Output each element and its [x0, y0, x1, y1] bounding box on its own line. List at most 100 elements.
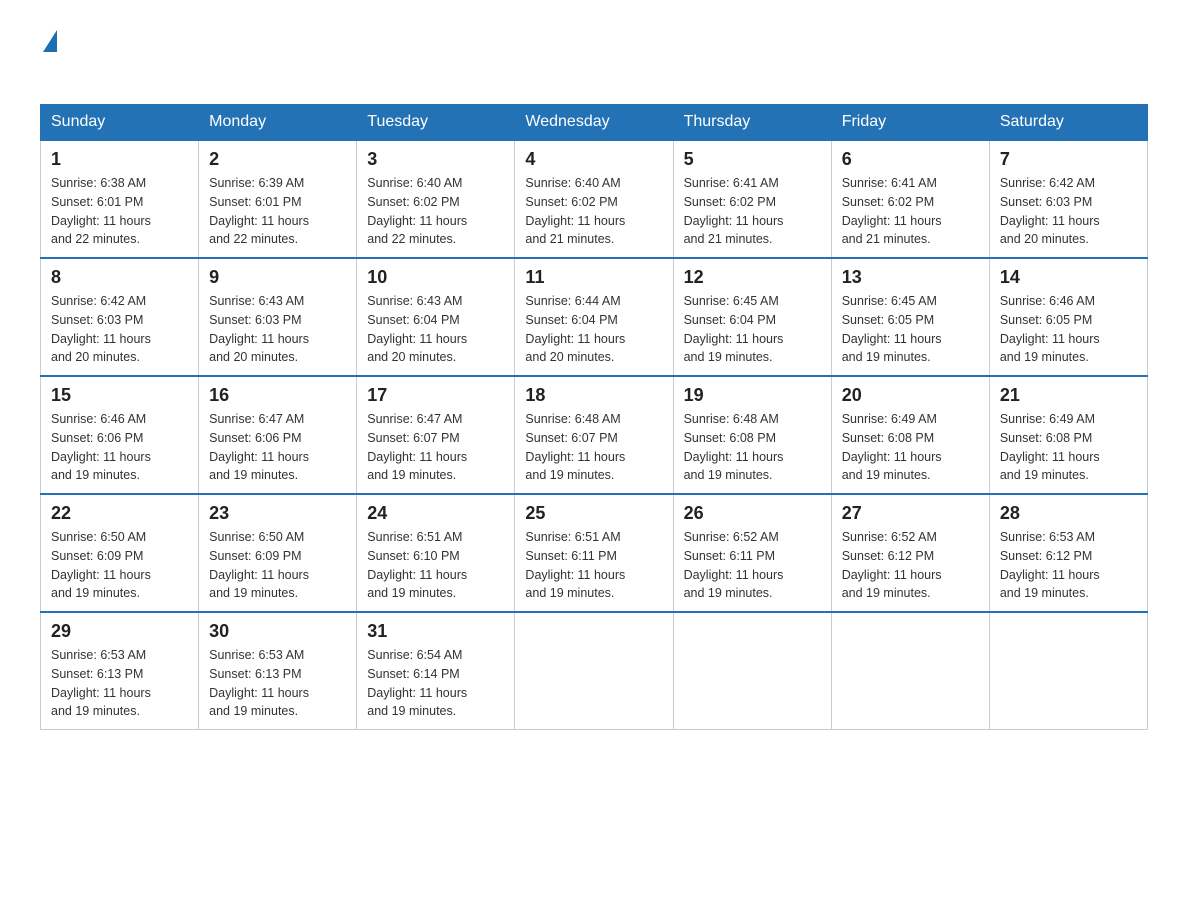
day-info: Sunrise: 6:47 AM Sunset: 6:06 PM Dayligh… [209, 410, 346, 485]
day-info: Sunrise: 6:42 AM Sunset: 6:03 PM Dayligh… [51, 292, 188, 367]
calendar-cell: 27 Sunrise: 6:52 AM Sunset: 6:12 PM Dayl… [831, 494, 989, 612]
day-number: 10 [367, 267, 504, 288]
day-info: Sunrise: 6:40 AM Sunset: 6:02 PM Dayligh… [367, 174, 504, 249]
day-info: Sunrise: 6:53 AM Sunset: 6:12 PM Dayligh… [1000, 528, 1137, 603]
day-number: 6 [842, 149, 979, 170]
day-number: 7 [1000, 149, 1137, 170]
calendar-week-row: 1 Sunrise: 6:38 AM Sunset: 6:01 PM Dayli… [41, 140, 1148, 258]
calendar-cell: 15 Sunrise: 6:46 AM Sunset: 6:06 PM Dayl… [41, 376, 199, 494]
day-number: 16 [209, 385, 346, 406]
day-info: Sunrise: 6:49 AM Sunset: 6:08 PM Dayligh… [1000, 410, 1137, 485]
day-info: Sunrise: 6:53 AM Sunset: 6:13 PM Dayligh… [209, 646, 346, 721]
header-tuesday: Tuesday [357, 105, 515, 141]
calendar-cell: 10 Sunrise: 6:43 AM Sunset: 6:04 PM Dayl… [357, 258, 515, 376]
calendar-week-row: 8 Sunrise: 6:42 AM Sunset: 6:03 PM Dayli… [41, 258, 1148, 376]
calendar-cell: 23 Sunrise: 6:50 AM Sunset: 6:09 PM Dayl… [199, 494, 357, 612]
logo [40, 30, 57, 84]
day-number: 4 [525, 149, 662, 170]
day-number: 24 [367, 503, 504, 524]
day-info: Sunrise: 6:48 AM Sunset: 6:08 PM Dayligh… [684, 410, 821, 485]
day-info: Sunrise: 6:45 AM Sunset: 6:04 PM Dayligh… [684, 292, 821, 367]
calendar-cell: 1 Sunrise: 6:38 AM Sunset: 6:01 PM Dayli… [41, 140, 199, 258]
calendar-cell: 12 Sunrise: 6:45 AM Sunset: 6:04 PM Dayl… [673, 258, 831, 376]
calendar-cell: 5 Sunrise: 6:41 AM Sunset: 6:02 PM Dayli… [673, 140, 831, 258]
day-number: 12 [684, 267, 821, 288]
calendar-cell: 20 Sunrise: 6:49 AM Sunset: 6:08 PM Dayl… [831, 376, 989, 494]
day-number: 14 [1000, 267, 1137, 288]
calendar-cell: 14 Sunrise: 6:46 AM Sunset: 6:05 PM Dayl… [989, 258, 1147, 376]
day-number: 21 [1000, 385, 1137, 406]
day-number: 9 [209, 267, 346, 288]
day-number: 20 [842, 385, 979, 406]
calendar-cell: 11 Sunrise: 6:44 AM Sunset: 6:04 PM Dayl… [515, 258, 673, 376]
day-number: 15 [51, 385, 188, 406]
day-info: Sunrise: 6:49 AM Sunset: 6:08 PM Dayligh… [842, 410, 979, 485]
day-number: 28 [1000, 503, 1137, 524]
calendar-cell: 17 Sunrise: 6:47 AM Sunset: 6:07 PM Dayl… [357, 376, 515, 494]
day-info: Sunrise: 6:50 AM Sunset: 6:09 PM Dayligh… [51, 528, 188, 603]
day-number: 5 [684, 149, 821, 170]
calendar-cell: 6 Sunrise: 6:41 AM Sunset: 6:02 PM Dayli… [831, 140, 989, 258]
calendar-cell [989, 612, 1147, 730]
day-number: 13 [842, 267, 979, 288]
page-header [40, 30, 1148, 84]
day-info: Sunrise: 6:51 AM Sunset: 6:10 PM Dayligh… [367, 528, 504, 603]
day-number: 31 [367, 621, 504, 642]
day-info: Sunrise: 6:43 AM Sunset: 6:04 PM Dayligh… [367, 292, 504, 367]
calendar-cell: 24 Sunrise: 6:51 AM Sunset: 6:10 PM Dayl… [357, 494, 515, 612]
day-number: 3 [367, 149, 504, 170]
calendar-cell: 31 Sunrise: 6:54 AM Sunset: 6:14 PM Dayl… [357, 612, 515, 730]
day-info: Sunrise: 6:41 AM Sunset: 6:02 PM Dayligh… [684, 174, 821, 249]
day-info: Sunrise: 6:54 AM Sunset: 6:14 PM Dayligh… [367, 646, 504, 721]
day-number: 19 [684, 385, 821, 406]
calendar-cell: 30 Sunrise: 6:53 AM Sunset: 6:13 PM Dayl… [199, 612, 357, 730]
day-number: 18 [525, 385, 662, 406]
calendar-week-row: 29 Sunrise: 6:53 AM Sunset: 6:13 PM Dayl… [41, 612, 1148, 730]
calendar-cell [673, 612, 831, 730]
calendar-cell: 13 Sunrise: 6:45 AM Sunset: 6:05 PM Dayl… [831, 258, 989, 376]
day-info: Sunrise: 6:45 AM Sunset: 6:05 PM Dayligh… [842, 292, 979, 367]
day-info: Sunrise: 6:52 AM Sunset: 6:11 PM Dayligh… [684, 528, 821, 603]
day-number: 29 [51, 621, 188, 642]
calendar-cell [831, 612, 989, 730]
day-info: Sunrise: 6:46 AM Sunset: 6:06 PM Dayligh… [51, 410, 188, 485]
calendar-cell: 18 Sunrise: 6:48 AM Sunset: 6:07 PM Dayl… [515, 376, 673, 494]
calendar-table: SundayMondayTuesdayWednesdayThursdayFrid… [40, 104, 1148, 730]
calendar-week-row: 15 Sunrise: 6:46 AM Sunset: 6:06 PM Dayl… [41, 376, 1148, 494]
day-number: 8 [51, 267, 188, 288]
calendar-cell: 3 Sunrise: 6:40 AM Sunset: 6:02 PM Dayli… [357, 140, 515, 258]
day-info: Sunrise: 6:42 AM Sunset: 6:03 PM Dayligh… [1000, 174, 1137, 249]
header-sunday: Sunday [41, 105, 199, 141]
calendar-cell: 21 Sunrise: 6:49 AM Sunset: 6:08 PM Dayl… [989, 376, 1147, 494]
calendar-cell: 29 Sunrise: 6:53 AM Sunset: 6:13 PM Dayl… [41, 612, 199, 730]
day-number: 27 [842, 503, 979, 524]
calendar-cell: 19 Sunrise: 6:48 AM Sunset: 6:08 PM Dayl… [673, 376, 831, 494]
header-monday: Monday [199, 105, 357, 141]
day-number: 23 [209, 503, 346, 524]
day-number: 25 [525, 503, 662, 524]
day-number: 2 [209, 149, 346, 170]
calendar-cell: 2 Sunrise: 6:39 AM Sunset: 6:01 PM Dayli… [199, 140, 357, 258]
header-thursday: Thursday [673, 105, 831, 141]
day-info: Sunrise: 6:43 AM Sunset: 6:03 PM Dayligh… [209, 292, 346, 367]
day-info: Sunrise: 6:52 AM Sunset: 6:12 PM Dayligh… [842, 528, 979, 603]
day-info: Sunrise: 6:39 AM Sunset: 6:01 PM Dayligh… [209, 174, 346, 249]
day-number: 22 [51, 503, 188, 524]
day-number: 1 [51, 149, 188, 170]
day-number: 26 [684, 503, 821, 524]
day-info: Sunrise: 6:40 AM Sunset: 6:02 PM Dayligh… [525, 174, 662, 249]
logo-triangle-icon [43, 30, 57, 52]
calendar-week-row: 22 Sunrise: 6:50 AM Sunset: 6:09 PM Dayl… [41, 494, 1148, 612]
calendar-cell: 22 Sunrise: 6:50 AM Sunset: 6:09 PM Dayl… [41, 494, 199, 612]
calendar-header-row: SundayMondayTuesdayWednesdayThursdayFrid… [41, 105, 1148, 141]
header-wednesday: Wednesday [515, 105, 673, 141]
calendar-cell: 26 Sunrise: 6:52 AM Sunset: 6:11 PM Dayl… [673, 494, 831, 612]
day-info: Sunrise: 6:46 AM Sunset: 6:05 PM Dayligh… [1000, 292, 1137, 367]
day-info: Sunrise: 6:51 AM Sunset: 6:11 PM Dayligh… [525, 528, 662, 603]
day-number: 17 [367, 385, 504, 406]
calendar-cell: 9 Sunrise: 6:43 AM Sunset: 6:03 PM Dayli… [199, 258, 357, 376]
day-info: Sunrise: 6:48 AM Sunset: 6:07 PM Dayligh… [525, 410, 662, 485]
calendar-cell: 16 Sunrise: 6:47 AM Sunset: 6:06 PM Dayl… [199, 376, 357, 494]
day-number: 11 [525, 267, 662, 288]
calendar-cell: 4 Sunrise: 6:40 AM Sunset: 6:02 PM Dayli… [515, 140, 673, 258]
